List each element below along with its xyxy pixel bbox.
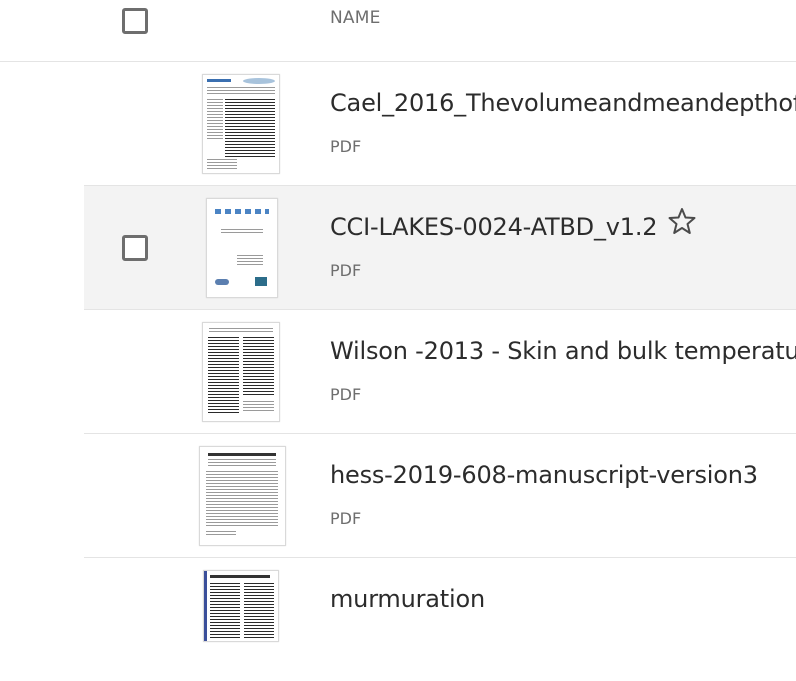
star-outline-icon[interactable] — [667, 206, 697, 236]
file-thumbnail — [199, 446, 286, 546]
file-thumbnail — [206, 198, 278, 298]
file-type: PDF — [330, 509, 362, 528]
file-type: PDF — [330, 385, 362, 404]
file-thumbnail — [202, 74, 280, 174]
file-row[interactable]: hess-2019-608-manuscript-version3 PDF — [84, 434, 796, 558]
file-row[interactable]: Wilson -2013 - Skin and bulk temperature… — [84, 310, 796, 434]
file-row[interactable]: murmuration — [84, 558, 796, 681]
file-type: PDF — [330, 261, 362, 280]
file-row[interactable]: CCI-LAKES-0024-ATBD_v1.2 PDF — [84, 186, 796, 310]
select-all-checkbox[interactable] — [122, 8, 148, 34]
row-checkbox[interactable] — [122, 235, 148, 261]
column-header-name[interactable]: NAME — [330, 8, 381, 28]
list-header: NAME — [0, 0, 796, 62]
file-name[interactable]: Wilson -2013 - Skin and bulk temperature — [330, 337, 796, 365]
file-name[interactable]: CCI-LAKES-0024-ATBD_v1.2 — [330, 213, 658, 241]
file-thumbnail — [203, 570, 279, 642]
file-name[interactable]: hess-2019-608-manuscript-version3 — [330, 461, 758, 489]
file-thumbnail — [202, 322, 280, 422]
file-name[interactable]: murmuration — [330, 585, 485, 613]
file-row[interactable]: Cael_2016_ThevolumeandmeandepthofE PDF — [84, 62, 796, 186]
file-type: PDF — [330, 137, 362, 156]
file-name[interactable]: Cael_2016_ThevolumeandmeandepthofE — [330, 89, 796, 117]
